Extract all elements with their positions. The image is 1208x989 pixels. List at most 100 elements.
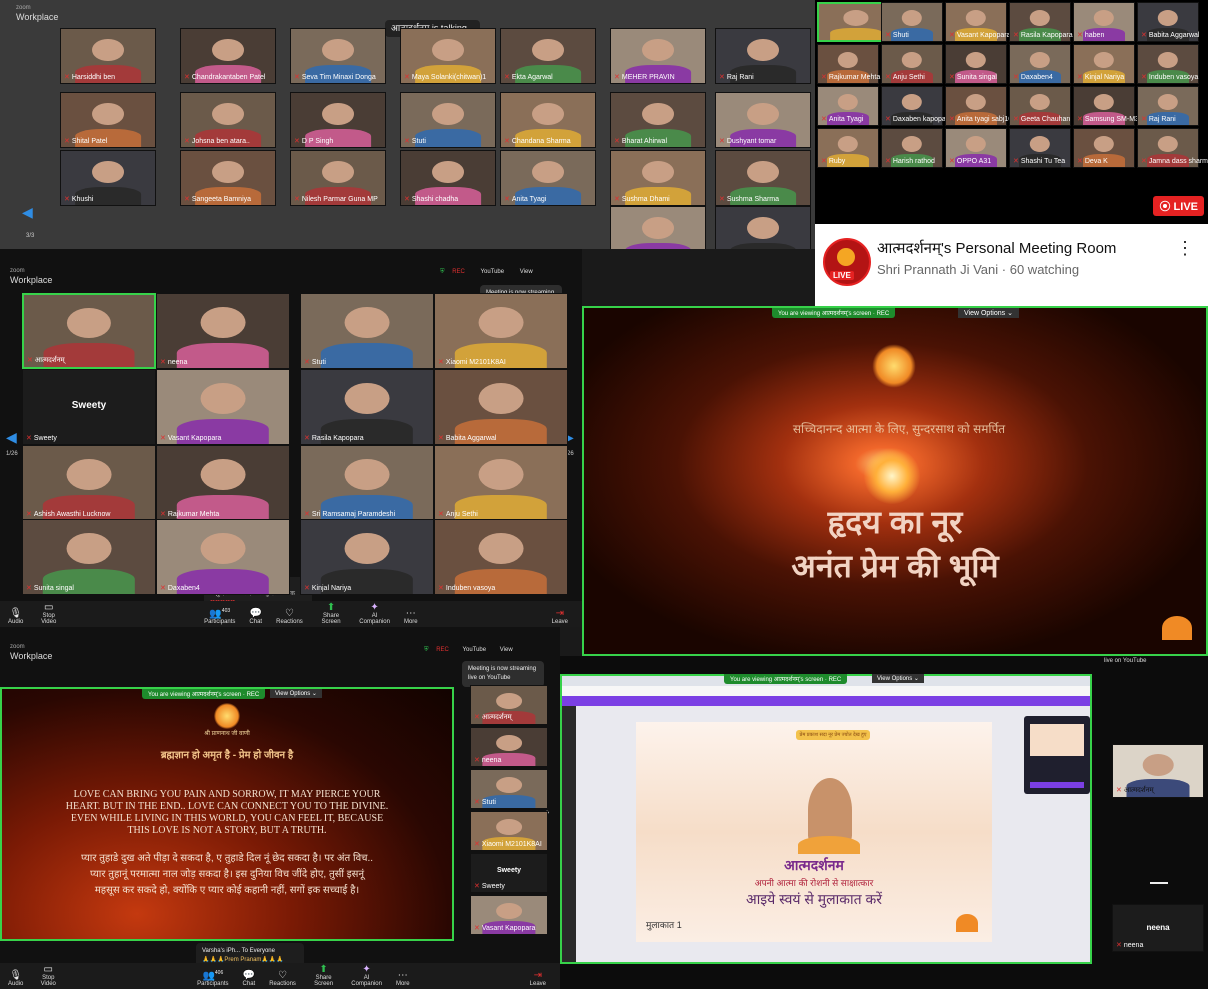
audio-button[interactable]: 🎙 Audio [8, 970, 23, 989]
more-options-icon[interactable]: ⋮ [1176, 238, 1194, 259]
participant-tile[interactable]: ✕ OPPO A31 [945, 128, 1007, 168]
youtube-button[interactable]: YouTube [463, 647, 487, 653]
participant-tile[interactable]: ✕ Stuti [400, 92, 496, 148]
participant-tile[interactable]: ✕ Anita Tyagi [817, 86, 879, 126]
participant-tile[interactable]: ✕ Induben vasoya [1137, 44, 1199, 84]
popup-present-button[interactable] [1030, 782, 1084, 788]
leave-button[interactable]: ⇥ Leave [552, 608, 568, 627]
participants-button[interactable]: 👥403 Participants [204, 608, 235, 627]
participant-tile[interactable]: ✕ Sushma Dhami [610, 150, 706, 206]
participant-tile[interactable]: ✕ Jamna dass sharma [1137, 128, 1208, 168]
participant-tile[interactable]: ✕ Rajkumar Mehta [156, 445, 290, 521]
participant-tile[interactable]: ✕ Shashi Tu Tea [1009, 128, 1071, 168]
ai-companion-button[interactable]: ✦ AI Companion [359, 602, 390, 627]
video-button[interactable]: ▭ Stop Video [37, 602, 60, 627]
participant-tile[interactable]: ✕ Babita Aggarwal [434, 369, 568, 445]
participant-tile[interactable]: ✕ Rasila Kapopara [300, 369, 434, 445]
participant-tile[interactable]: ✕ Sushma Sharma [715, 150, 811, 206]
participant-tile[interactable]: ✕ Raj Rani [1137, 86, 1199, 126]
participant-tile[interactable]: ✕ D P Singh [290, 92, 386, 148]
share-screen-button[interactable]: ⬆ Share Screen [317, 602, 345, 627]
participant-tile[interactable]: ✕ Sunita singal [22, 519, 156, 595]
participant-tile[interactable]: ✕ Vasant Kapopara [156, 369, 290, 445]
participant-tile[interactable]: ✕ Anita tyagi sabj108 [945, 86, 1016, 126]
participant-tile[interactable]: ✕ Nilesh Parmar Guna MP [290, 150, 386, 206]
participant-tile[interactable]: ✕ Anita Tyagi [500, 150, 596, 206]
participant-tile[interactable]: ✕ Stuti [300, 293, 434, 369]
participant-tile[interactable]: ✕ Sweety Sweety [470, 853, 548, 893]
participant-tile[interactable]: ✕ Raj Rani [715, 28, 811, 84]
participant-tile[interactable]: ✕ Kinjal Nariya [1073, 44, 1135, 84]
participant-tile[interactable]: ✕ Anju Sethi [881, 44, 943, 84]
chat-button[interactable]: 💬 Chat [243, 970, 256, 989]
view-options-button[interactable]: View Options ⌄ [270, 689, 322, 698]
participant-tile[interactable]: ✕ Shashi chadha [400, 150, 496, 206]
prev-page-arrow[interactable]: ◀ [22, 204, 33, 221]
participant-tile[interactable]: ✕ MEHER PRAVIN [610, 28, 706, 84]
participant-tile[interactable]: ✕ Sri Ramsamaj Paramdeshi [300, 445, 434, 521]
participant-tile[interactable]: ✕ Daxaben4 [1009, 44, 1071, 84]
participant-tile[interactable]: ✕Hiral Kapopara [715, 206, 811, 249]
more-button[interactable]: ⋯ More [396, 970, 410, 989]
view-button[interactable]: View [520, 269, 533, 275]
participant-tile[interactable]: ✕ Sangeeta Bamniya [180, 150, 276, 206]
participant-tile[interactable]: ✕ neena [470, 727, 548, 767]
participant-tile[interactable]: ✕ Bharat Ahirwal [610, 92, 706, 148]
participant-tile[interactable]: ✕ Harish rathod [881, 128, 943, 168]
participant-tile[interactable]: ✕ Kinjal Nariya [300, 519, 434, 595]
participant-tile[interactable]: ✕ Anju Sethi [434, 445, 568, 521]
chat-button[interactable]: 💬 Chat [249, 608, 262, 627]
reactions-button[interactable]: ♡ Reactions [276, 608, 303, 627]
participant-tile[interactable]: ✕ Daxaben4 [156, 519, 290, 595]
side-video-tile[interactable]: ✕ आत्मदर्शनम् [1112, 744, 1204, 798]
participant-tile[interactable]: ✕ Stuti [470, 769, 548, 809]
participant-tile[interactable]: ✕ आत्मदर्शनम् [470, 685, 548, 725]
participant-tile[interactable]: ✕ Ashish Awasthi Lucknow [22, 445, 156, 521]
present-popup[interactable] [1024, 716, 1090, 794]
participants-button[interactable]: 👥406 Participants [197, 970, 228, 989]
participant-tile[interactable]: ✕ Ekta Agarwal [500, 28, 596, 84]
channel-avatar[interactable]: LIVE [823, 238, 871, 286]
participant-tile[interactable]: ✕ Induben vasoya [434, 519, 568, 595]
participant-tile[interactable]: ✕ Shuti [881, 2, 943, 42]
leave-button[interactable]: ⇥ Leave [530, 970, 546, 989]
participant-tile[interactable]: ✕ Khushi [60, 150, 156, 206]
participant-tile[interactable]: ✕ Sunita singal [945, 44, 1007, 84]
participant-tile[interactable]: ✕ Vasant Kapopara [945, 2, 1010, 42]
participant-tile[interactable]: ✕ Chandana Sharma [500, 92, 596, 148]
participant-tile[interactable]: ✕ Seva Tim Minaxi Donga [290, 28, 386, 84]
participant-tile[interactable]: ✕Pdp Mrs. Ansh raj [610, 206, 706, 249]
participant-tile[interactable]: ✕ Vasant Kapopara [470, 895, 548, 935]
participant-tile[interactable]: ✕ Rasila Kapopara [1009, 2, 1073, 42]
participant-tile[interactable]: ✕ neena [156, 293, 290, 369]
participant-tile[interactable]: ✕ Maya Solanki(chitwan)1 [400, 28, 496, 84]
participant-tile[interactable]: ✕ Chandrakantaben Patel [180, 28, 276, 84]
audio-button[interactable]: 🎙 Audio [8, 608, 23, 627]
participant-tile[interactable]: ✕ Xiaomi M2101K8AI [470, 811, 548, 851]
participant-tile[interactable]: ✕ Ruby [817, 128, 879, 168]
participant-tile[interactable]: ✕ Johsna ben atara.. [180, 92, 276, 148]
video-button[interactable]: ▭ Stop Video [37, 964, 59, 989]
prev-page-arrow[interactable]: ◀ [6, 429, 17, 446]
view-options-button[interactable]: View Options ⌄ [872, 674, 924, 683]
participant-tile[interactable]: ✕ Deva K [1073, 128, 1135, 168]
participant-tile[interactable]: ✕ Shital Patel [60, 92, 156, 148]
participant-tile[interactable]: ✕ Samsung SM-M336B [1073, 86, 1151, 126]
participant-tile[interactable]: ✕ Dushyant tomar [715, 92, 811, 148]
participant-tile[interactable]: ✕ Harsiddhi ben [60, 28, 156, 84]
share-screen-button[interactable]: ⬆ Share Screen [310, 964, 337, 989]
participant-tile[interactable]: ✕ Xiaomi M2101K8AI [434, 293, 568, 369]
participant-tile[interactable]: ✕ Geeta Chauhan [1009, 86, 1071, 126]
view-options-button[interactable]: View Options ⌄ [958, 308, 1019, 318]
reactions-button[interactable]: ♡ Reactions [269, 970, 296, 989]
room-title[interactable]: आत्मदर्शनम्'s Personal Meeting Room [877, 238, 1116, 258]
view-button[interactable]: View [500, 647, 513, 653]
more-button[interactable]: ⋯ More [404, 608, 418, 627]
participant-tile[interactable]: ✕ Babita Aggarwal [1137, 2, 1199, 42]
ai-companion-button[interactable]: ✦ AI Companion [351, 964, 382, 989]
design-canvas[interactable]: प्रेम प्रकाश सदा नूर प्रेम ज्योत देख हुए… [636, 722, 992, 942]
participant-tile[interactable]: ✕ आत्मदर्शनम् [22, 293, 156, 369]
youtube-button[interactable]: YouTube [481, 269, 505, 275]
participant-tile[interactable]: ✕ Rajkumar Mehta [817, 44, 880, 84]
participant-tile[interactable]: ✕ haben [1073, 2, 1135, 42]
